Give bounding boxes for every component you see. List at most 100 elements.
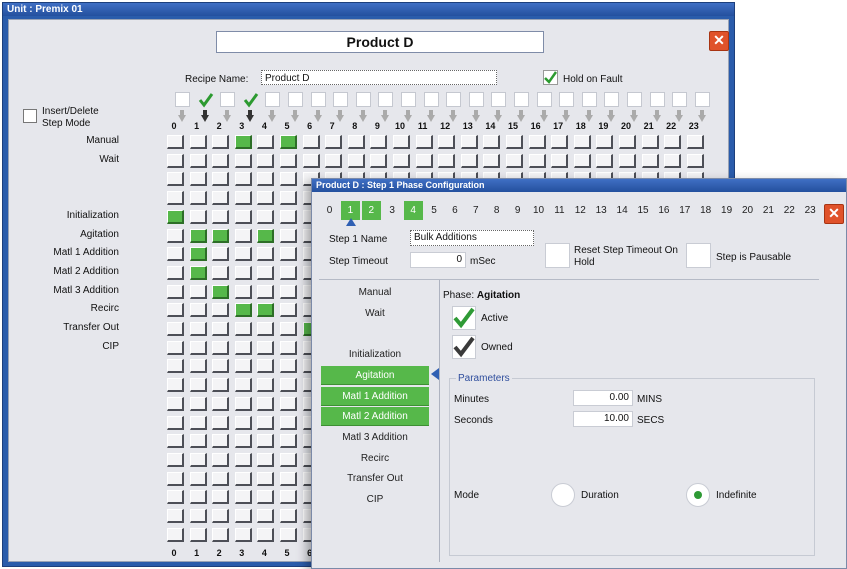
grid-cell[interactable] bbox=[167, 396, 184, 411]
grid-cell[interactable] bbox=[596, 135, 614, 149]
step-select-box[interactable] bbox=[401, 92, 416, 107]
grid-cell[interactable] bbox=[257, 265, 275, 280]
grid-cell[interactable] bbox=[212, 509, 230, 523]
grid-cell[interactable] bbox=[167, 228, 184, 243]
grid-cell[interactable] bbox=[573, 135, 591, 149]
reset-timeout-checkbox[interactable] bbox=[545, 243, 570, 268]
tab-step-5[interactable]: 5 bbox=[425, 201, 444, 220]
grid-cell[interactable] bbox=[189, 434, 207, 449]
grid-cell[interactable] bbox=[393, 135, 410, 149]
owned-check-icon[interactable] bbox=[452, 335, 476, 359]
grid-cell[interactable] bbox=[189, 396, 207, 411]
grid-cell[interactable] bbox=[189, 378, 207, 393]
grid-cell[interactable] bbox=[167, 452, 184, 467]
grid-cell[interactable] bbox=[280, 265, 297, 280]
grid-cell[interactable] bbox=[483, 153, 501, 168]
grid-cell[interactable] bbox=[257, 303, 275, 318]
grid-cell[interactable] bbox=[280, 527, 297, 542]
close-icon[interactable]: ✕ bbox=[709, 31, 729, 51]
tab-step-3[interactable]: 3 bbox=[383, 201, 402, 220]
phase-list-item[interactable]: Manual bbox=[321, 283, 429, 302]
grid-cell[interactable] bbox=[167, 303, 184, 318]
grid-cell[interactable] bbox=[234, 396, 252, 411]
grid-cell[interactable] bbox=[212, 452, 230, 467]
step-select-box[interactable] bbox=[604, 92, 620, 107]
grid-cell[interactable] bbox=[189, 153, 207, 168]
grid-cell[interactable] bbox=[257, 490, 275, 505]
grid-cell[interactable] bbox=[212, 153, 230, 168]
grid-cell[interactable] bbox=[257, 452, 275, 467]
grid-cell[interactable] bbox=[596, 153, 614, 168]
grid-cell[interactable] bbox=[189, 527, 207, 542]
grid-cell[interactable] bbox=[167, 322, 184, 336]
tab-step-15[interactable]: 15 bbox=[634, 201, 653, 220]
tab-step-11[interactable]: 11 bbox=[550, 201, 569, 220]
grid-cell[interactable] bbox=[257, 471, 275, 486]
step-check-icon[interactable] bbox=[243, 92, 259, 108]
grid-cell[interactable] bbox=[234, 471, 252, 486]
grid-cell[interactable] bbox=[212, 247, 230, 262]
grid-cell[interactable] bbox=[234, 135, 252, 149]
indefinite-radio[interactable] bbox=[686, 483, 710, 507]
close-icon[interactable]: ✕ bbox=[824, 204, 844, 224]
phase-list-item[interactable]: Matl 2 Addition bbox=[321, 407, 429, 427]
grid-cell[interactable] bbox=[167, 284, 184, 299]
grid-cell[interactable] bbox=[212, 172, 230, 187]
grid-cell[interactable] bbox=[641, 135, 659, 149]
grid-cell[interactable] bbox=[257, 172, 275, 187]
grid-cell[interactable] bbox=[257, 434, 275, 449]
grid-cell[interactable] bbox=[212, 322, 230, 336]
grid-cell[interactable] bbox=[189, 359, 207, 374]
step-select-box[interactable] bbox=[378, 92, 394, 107]
hold-on-fault-checkbox[interactable] bbox=[543, 70, 558, 85]
step-name-input[interactable]: Bulk Additions bbox=[410, 230, 534, 246]
grid-cell[interactable] bbox=[234, 509, 252, 523]
phase-list-item[interactable]: Recirc bbox=[321, 449, 429, 468]
grid-cell[interactable] bbox=[325, 153, 343, 168]
grid-cell[interactable] bbox=[234, 527, 252, 542]
grid-cell[interactable] bbox=[257, 135, 275, 149]
grid-cell[interactable] bbox=[189, 452, 207, 467]
grid-cell[interactable] bbox=[212, 378, 230, 393]
grid-cell[interactable] bbox=[167, 378, 184, 393]
grid-cell[interactable] bbox=[257, 527, 275, 542]
grid-cell[interactable] bbox=[686, 153, 704, 168]
grid-cell[interactable] bbox=[280, 209, 297, 224]
step-select-box[interactable] bbox=[536, 92, 552, 107]
grid-cell[interactable] bbox=[234, 172, 252, 187]
step-select-box[interactable] bbox=[559, 92, 575, 107]
tab-step-16[interactable]: 16 bbox=[654, 201, 673, 220]
grid-cell[interactable] bbox=[234, 247, 252, 262]
grid-cell[interactable] bbox=[280, 322, 297, 336]
grid-cell[interactable] bbox=[257, 322, 275, 336]
step-select-box[interactable] bbox=[333, 92, 349, 107]
phase-list-item[interactable]: Transfer Out bbox=[321, 469, 429, 488]
grid-cell[interactable] bbox=[212, 284, 230, 299]
grid-cell[interactable] bbox=[189, 471, 207, 486]
grid-cell[interactable] bbox=[302, 135, 320, 149]
step-select-box[interactable] bbox=[423, 92, 439, 107]
grid-cell[interactable] bbox=[234, 415, 252, 430]
grid-cell[interactable] bbox=[167, 359, 184, 374]
grid-cell[interactable] bbox=[415, 153, 433, 168]
phase-list-item[interactable]: Matl 3 Addition bbox=[321, 428, 429, 447]
duration-radio[interactable] bbox=[551, 483, 575, 507]
grid-cell[interactable] bbox=[280, 490, 297, 505]
grid-cell[interactable] bbox=[212, 527, 230, 542]
grid-cell[interactable] bbox=[325, 135, 343, 149]
grid-cell[interactable] bbox=[280, 153, 297, 168]
grid-cell[interactable] bbox=[212, 228, 230, 243]
seconds-input[interactable]: 10.00 bbox=[573, 411, 633, 427]
grid-cell[interactable] bbox=[257, 396, 275, 411]
grid-cell[interactable] bbox=[528, 153, 546, 168]
grid-cell[interactable] bbox=[280, 228, 297, 243]
grid-cell[interactable] bbox=[167, 527, 184, 542]
grid-cell[interactable] bbox=[664, 135, 682, 149]
grid-cell[interactable] bbox=[415, 135, 433, 149]
grid-cell[interactable] bbox=[280, 172, 297, 187]
grid-cell[interactable] bbox=[257, 509, 275, 523]
grid-cell[interactable] bbox=[257, 378, 275, 393]
tab-step-23[interactable]: 23 bbox=[801, 201, 820, 220]
grid-cell[interactable] bbox=[506, 153, 523, 168]
tab-step-2[interactable]: 2 bbox=[361, 201, 381, 220]
